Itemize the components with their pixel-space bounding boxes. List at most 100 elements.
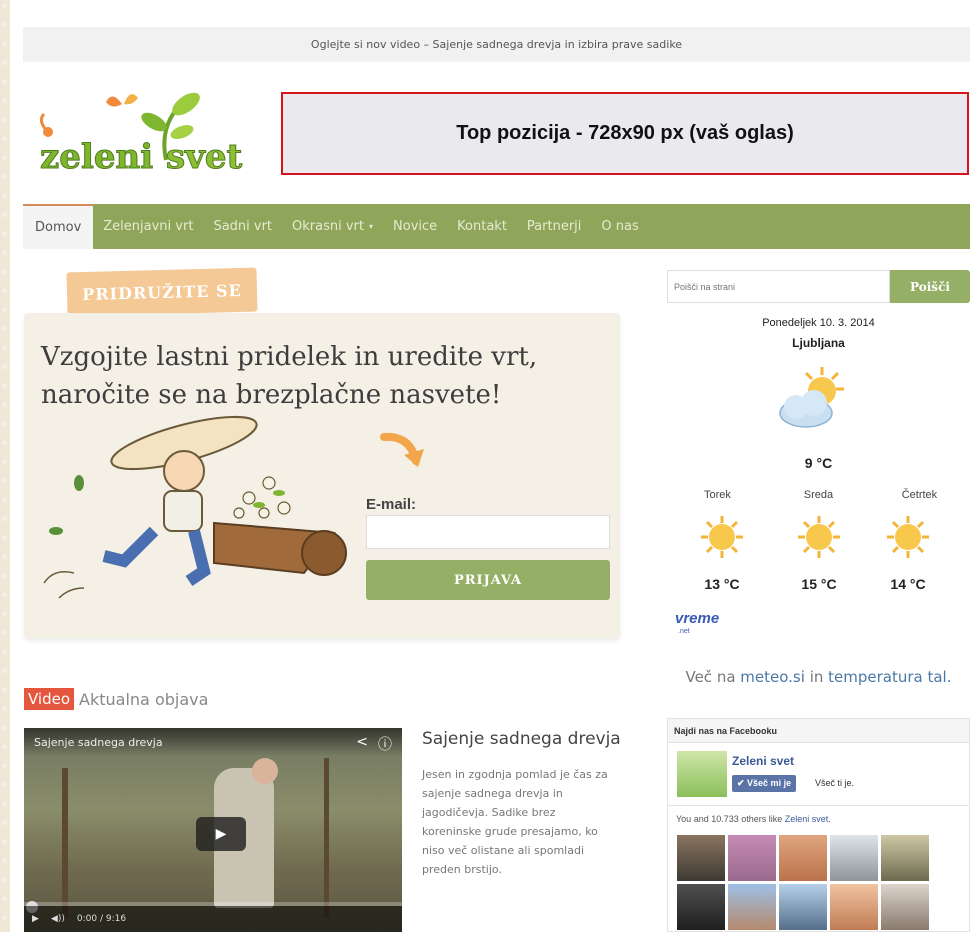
top-ad-banner[interactable]: Top pozicija - 728x90 px (vaš oglas) <box>281 92 969 175</box>
others-prefix: You and 10.733 others like <box>676 814 785 824</box>
forecast-temp: 13 °C <box>704 576 740 592</box>
search-input[interactable] <box>667 270 890 303</box>
forecast-days: Torek Sreda Četrtek <box>667 489 970 501</box>
video-top-icons: < ⓘ <box>356 734 392 754</box>
weather-today-temp: 9 °C <box>804 455 833 471</box>
nav-label: Okrasni vrt <box>292 219 364 234</box>
sun-icon <box>798 516 840 558</box>
facebook-like-button[interactable]: ✔ Všeč mi je <box>732 775 797 792</box>
facebook-page-name[interactable]: Zeleni svet <box>732 754 794 768</box>
facebook-like-text: Všeč ti je. <box>815 778 855 788</box>
article-title[interactable]: Sajenje sadnega drevja <box>422 729 621 749</box>
facebook-others-text: You and 10.733 others like Zeleni svet. <box>668 805 969 832</box>
main-nav: Domov Zelenjavni vrt Sadni vrt Okrasni v… <box>23 204 970 249</box>
section-subtitle: Aktualna objava <box>79 689 209 709</box>
facebook-widget: Najdi nas na Facebooku Zeleni svet ✔ Vše… <box>667 718 970 932</box>
announcement-text[interactable]: Oglejte si nov video – Sajenje sadnega d… <box>311 38 682 51</box>
avatar[interactable] <box>881 884 929 930</box>
page: Oglejte si nov video – Sajenje sadnega d… <box>10 0 972 932</box>
forecast-day: Četrtek <box>901 489 938 501</box>
announcement-bar[interactable]: Oglejte si nov video – Sajenje sadnega d… <box>23 27 970 62</box>
nav-item-domov[interactable]: Domov <box>23 204 94 249</box>
search-button[interactable]: Poišči <box>890 270 970 303</box>
video-controls: ▶ ◀)) 0:00 / 9:16 <box>24 906 402 932</box>
avatar[interactable] <box>881 835 929 881</box>
avatar[interactable] <box>830 884 878 930</box>
nav-label: Domov <box>35 220 82 235</box>
avatar[interactable] <box>779 884 827 930</box>
video-section-header: Video Aktualna objava <box>24 688 208 710</box>
nav-item-sadni-vrt[interactable]: Sadni vrt <box>203 204 282 249</box>
ribbon-label: PRIDRUŽITE SE <box>82 280 242 304</box>
arrow-down-icon <box>380 432 424 467</box>
nav-item-o-nas[interactable]: O nas <box>591 204 648 249</box>
weather-widget: Ponedeljek 10. 3. 2014 Ljubljana 9 °C To… <box>667 312 970 612</box>
vreme-logo-sub: .net <box>678 628 690 635</box>
weather-more-links: Več na meteo.si in temperatura tal. <box>667 668 970 686</box>
meteo-link[interactable]: meteo.si <box>740 668 805 686</box>
avatar[interactable] <box>728 835 776 881</box>
nav-item-okrasni-vrt[interactable]: Okrasni vrt ▾ <box>282 204 383 249</box>
forecast-temp: 15 °C <box>801 576 837 592</box>
facebook-header: Najdi nas na Facebooku <box>668 719 969 743</box>
video-tag: Video <box>24 688 75 710</box>
facebook-faces <box>677 835 929 930</box>
signup-panel: Vzgojite lastni pridelek in uredite vrt,… <box>24 313 620 638</box>
join-ribbon: PRIDRUŽITE SE <box>66 267 258 317</box>
farmer-wheelbarrow-illustration <box>43 415 347 599</box>
others-link[interactable]: Zeleni svet. <box>785 814 831 824</box>
video-player[interactable]: Sajenje sadnega drevja < ⓘ ▶ ▶ ◀)) 0:00 … <box>24 728 402 932</box>
forecast-day: Torek <box>704 489 731 501</box>
share-icon[interactable]: < <box>356 734 368 754</box>
info-icon[interactable]: ⓘ <box>378 734 392 754</box>
video-title[interactable]: Sajenje sadnega drevja <box>34 736 163 749</box>
signup-title: Vzgojite lastni pridelek in uredite vrt,… <box>41 342 538 410</box>
avatar[interactable] <box>779 835 827 881</box>
video-title-bar: Sajenje sadnega drevja <box>24 728 402 756</box>
logo-graphic: zeleni svet <box>40 92 243 178</box>
nav-item-zelenjavni-vrt[interactable]: Zelenjavni vrt <box>93 204 203 249</box>
chevron-down-icon: ▾ <box>369 222 374 231</box>
nav-label: Partnerji <box>526 219 582 234</box>
nav-item-kontakt[interactable]: Kontakt <box>447 204 517 249</box>
tree-trunk <box>62 768 68 918</box>
vreme-logo[interactable]: vreme <box>675 610 719 627</box>
site-logo[interactable]: zeleni svet <box>26 82 262 178</box>
signup-button-label: PRIJAVA <box>453 572 523 588</box>
sun-icon <box>887 516 929 558</box>
avatar[interactable] <box>830 835 878 881</box>
nav-label: Novice <box>393 219 438 234</box>
tree-trunk <box>324 758 329 918</box>
play-small-icon[interactable]: ▶ <box>32 914 39 924</box>
volume-icon[interactable]: ◀)) <box>51 914 65 924</box>
email-label: E-mail: <box>366 496 417 513</box>
weather-city: Ljubljana <box>792 336 845 350</box>
nav-item-partnerji[interactable]: Partnerji <box>517 204 591 249</box>
video-time: 0:00 / 9:16 <box>76 914 127 924</box>
soil-temp-link[interactable]: temperatura tal. <box>828 668 951 686</box>
nav-label: O nas <box>601 219 639 234</box>
avatar[interactable] <box>677 835 725 881</box>
forecast-day: Sreda <box>803 489 834 501</box>
sun-icon <box>701 516 743 558</box>
ad-label: Top pozicija - 728x90 px (vaš oglas) <box>456 122 794 144</box>
email-field[interactable] <box>366 515 610 549</box>
weather-date: Ponedeljek 10. 3. 2014 <box>762 317 875 329</box>
nav-label: Sadni vrt <box>213 219 273 234</box>
search-button-label: Poišči <box>910 279 950 294</box>
facebook-page-thumb[interactable] <box>677 751 727 797</box>
play-icon: ▶ <box>215 826 227 842</box>
article-text: Jesen in zgodnja pomlad je čas za sajenj… <box>422 768 608 876</box>
avatar[interactable] <box>677 884 725 930</box>
person-head <box>252 758 278 784</box>
svg-text:svet: svet <box>166 137 243 177</box>
play-button[interactable]: ▶ <box>196 817 246 851</box>
nav-item-novice[interactable]: Novice <box>383 204 447 249</box>
sun-cloud-icon <box>779 367 844 428</box>
more-mid: in <box>804 668 829 686</box>
signup-button[interactable]: PRIJAVA <box>366 560 610 600</box>
nav-label: Kontakt <box>457 219 507 234</box>
avatar[interactable] <box>728 884 776 930</box>
forecast-temp: 14 °C <box>890 576 926 592</box>
svg-text:zeleni: zeleni <box>40 137 153 177</box>
